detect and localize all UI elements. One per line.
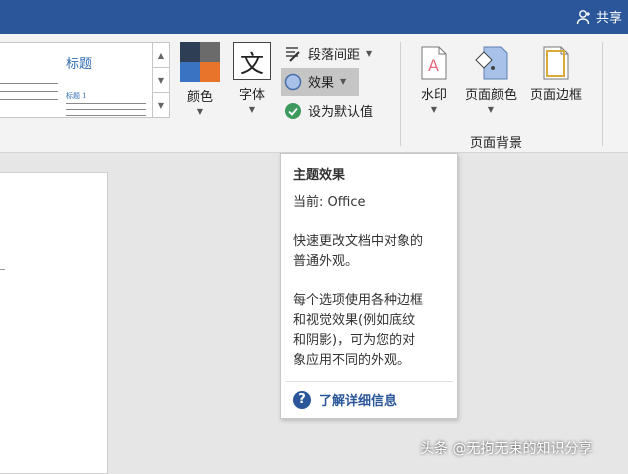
fonts-button[interactable]: 文 字体 ▼: [233, 42, 271, 114]
title-bar: 共享: [0, 0, 628, 34]
tooltip-line: 和阴影)，可为您的对: [293, 333, 416, 348]
tooltip-line: 和视觉效果(例如底纹: [293, 313, 416, 328]
chevron-down-icon: ▼: [366, 49, 373, 58]
fonts-label: 字体: [238, 88, 265, 103]
color-swatch: [180, 42, 200, 62]
gallery-heading1: 标题 1: [66, 92, 87, 100]
divider: [400, 42, 401, 146]
person-icon: [576, 9, 590, 24]
colors-button[interactable]: 颜色 ▼: [180, 42, 220, 116]
gallery-text-line: [66, 103, 146, 104]
tooltip-line: 普通外观。: [293, 254, 359, 269]
font-icon: 文: [233, 42, 271, 80]
gallery-text-line: [66, 115, 146, 116]
chevron-down-icon: ▼: [487, 105, 495, 114]
gallery-text-line: [66, 109, 146, 110]
effects-icon: [284, 73, 302, 90]
margin-mark: [0, 269, 5, 270]
chevron-down-icon: ▼: [248, 105, 256, 114]
gallery-text-line: [0, 83, 58, 84]
watermark-text: 头条 @无拘无束的知识分享: [420, 441, 593, 457]
tooltip-line: 每个选项使用各种边框: [293, 293, 424, 308]
learn-more-link[interactable]: ? 了解详细信息: [293, 390, 397, 409]
learn-more-label: 了解详细信息: [319, 394, 398, 409]
tooltip-line: 快速更改文档中对象的: [293, 234, 424, 249]
page-background-group-label: 页面背景: [470, 136, 523, 151]
effects-button[interactable]: 效果 ▼: [284, 72, 346, 91]
chevron-down-icon: ▼: [340, 77, 347, 86]
theme-effects-tooltip: 主题效果 当前: Office 快速更改文档中对象的 普通外观。 每个选项使用各…: [280, 153, 458, 419]
colors-label: 颜色: [186, 90, 213, 105]
watermark-label: 水印: [420, 88, 447, 103]
style-gallery[interactable]: 标题 标题 1: [0, 42, 153, 118]
page-color-label: 页面颜色: [465, 88, 518, 103]
page-color-icon: [475, 46, 508, 80]
scroll-up-icon[interactable]: ▲: [153, 43, 169, 68]
gallery-title: 标题: [66, 57, 93, 72]
chevron-down-icon: ▼: [430, 105, 438, 114]
gallery-scrollbar[interactable]: ▲ ▼ ▼: [152, 42, 170, 118]
scroll-down-icon[interactable]: ▼: [153, 68, 169, 93]
set-default-label: 设为默认值: [308, 105, 374, 120]
help-icon: ?: [293, 390, 311, 409]
tooltip-current: 当前: Office: [293, 195, 366, 210]
ribbon: 标题 标题 1 ▲ ▼ ▼ 颜色 ▼ 文 字体 ▼ 段落间距 ▼ 效果 ▼ 设为…: [0, 34, 628, 153]
watermark-icon: A: [421, 46, 447, 80]
paragraph-spacing-label: 段落间距: [308, 48, 361, 63]
paragraph-spacing-button[interactable]: 段落间距 ▼: [284, 44, 372, 63]
tooltip-line: 象应用不同的外观。: [293, 353, 411, 368]
chevron-down-icon: ▼: [196, 107, 204, 116]
paragraph-spacing-icon: [286, 46, 300, 62]
page-borders-button[interactable]: 页面边框: [530, 46, 582, 103]
document-page[interactable]: [0, 172, 108, 474]
gallery-text-line: [0, 99, 58, 100]
page-color-button[interactable]: 页面颜色 ▼: [465, 46, 517, 114]
color-swatch: [180, 62, 200, 82]
gallery-text-line: [0, 91, 58, 92]
divider: [602, 42, 603, 146]
set-default-button[interactable]: 设为默认值: [284, 101, 373, 120]
watermark-button[interactable]: A 水印 ▼: [420, 46, 448, 114]
effects-label: 效果: [308, 76, 335, 91]
tooltip-title: 主题效果: [293, 168, 346, 183]
svg-text:A: A: [428, 56, 439, 75]
gallery-more-icon[interactable]: ▼: [153, 93, 169, 117]
color-swatch: [200, 62, 220, 82]
share-label: 共享: [595, 11, 622, 26]
page-borders-icon: [543, 46, 569, 80]
share-button[interactable]: 共享: [576, 7, 622, 26]
tooltip-divider: [285, 381, 453, 382]
page-borders-label: 页面边框: [530, 88, 583, 103]
checkmark-icon: [285, 102, 301, 119]
color-swatch: [200, 42, 220, 62]
theme-colors-icon: [180, 42, 220, 82]
